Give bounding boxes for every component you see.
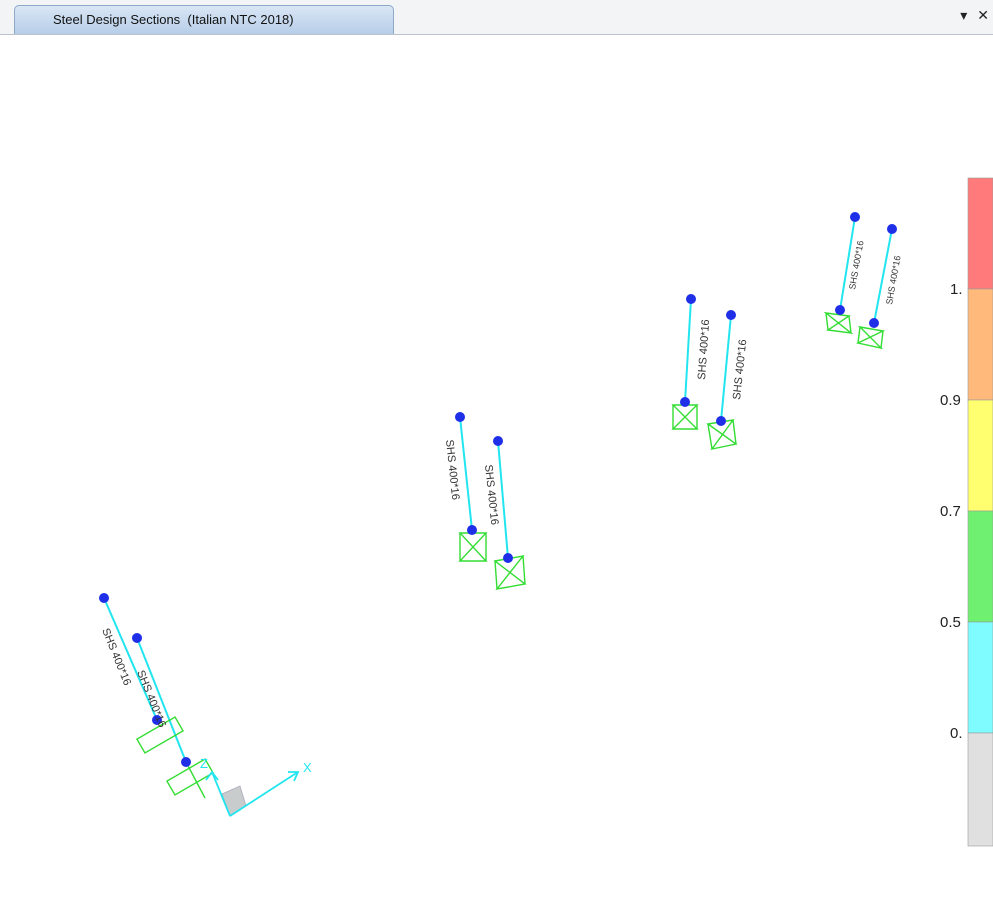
- steel-design-window: Steel Design Sections (Italian NTC 2018)…: [0, 0, 993, 900]
- axes-triad: X Z: [200, 756, 312, 817]
- joint-node[interactable]: [869, 318, 879, 328]
- member-line[interactable]: [684, 298, 692, 403]
- support-symbol[interactable]: [458, 532, 488, 562]
- joint-node[interactable]: [455, 412, 465, 422]
- member-line[interactable]: [720, 314, 732, 422]
- scale-band-orange: [967, 288, 993, 401]
- support-symbol[interactable]: [823, 311, 854, 335]
- joint-node[interactable]: [503, 553, 513, 563]
- section-label: SHS 400*16: [482, 464, 500, 525]
- scale-band-green: [967, 510, 993, 623]
- tab-steel-design-sections[interactable]: Steel Design Sections (Italian NTC 2018): [14, 5, 394, 34]
- ratio-color-scale: 1. 0.9 0.7 0.5 0.: [940, 177, 993, 847]
- members: [103, 216, 893, 763]
- scale-band-red: [967, 177, 993, 290]
- section-label: SHS 400*16: [731, 339, 749, 400]
- member-line[interactable]: [497, 440, 509, 559]
- joint-node[interactable]: [132, 633, 142, 643]
- member-line[interactable]: [459, 416, 473, 531]
- scale-band-gray: [967, 732, 993, 847]
- window-titlebar: Steel Design Sections (Italian NTC 2018)…: [0, 0, 993, 35]
- scale-band-cyan: [967, 621, 993, 734]
- model-viewport[interactable]: SHS 400*16 SHS 400*16 SHS 400*16 SHS 400…: [0, 35, 993, 900]
- support-symbol[interactable]: [671, 404, 699, 430]
- section-label: SHS 400*16: [884, 255, 902, 306]
- joint-node[interactable]: [726, 310, 736, 320]
- section-label: SHS 400*16: [99, 627, 133, 688]
- scale-tick-label: 0.: [950, 725, 963, 742]
- support-symbol[interactable]: [855, 325, 886, 350]
- titlebar-controls: ▾ ✕: [960, 7, 989, 24]
- model-drawing: SHS 400*16 SHS 400*16 SHS 400*16 SHS 400…: [99, 177, 993, 847]
- section-label: SHS 400*16: [696, 319, 712, 380]
- chevron-down-icon[interactable]: ▾: [960, 7, 967, 24]
- triad-cube: [221, 785, 247, 817]
- joint-node[interactable]: [887, 224, 897, 234]
- joint-node[interactable]: [680, 397, 690, 407]
- joint-node[interactable]: [99, 593, 109, 603]
- joint-node[interactable]: [181, 757, 191, 767]
- joint-node[interactable]: [493, 436, 503, 446]
- scale-tick-label: 0.7: [940, 503, 961, 520]
- joint-node[interactable]: [835, 305, 845, 315]
- section-label: SHS 400*16: [134, 669, 168, 730]
- scale-tick-label: 1.: [950, 281, 963, 298]
- scale-band-yellow: [967, 399, 993, 512]
- joints: [99, 212, 897, 767]
- x-axis-label: X: [303, 760, 312, 775]
- joint-node[interactable]: [467, 525, 477, 535]
- close-icon[interactable]: ✕: [977, 7, 989, 24]
- joint-node[interactable]: [850, 212, 860, 222]
- z-axis-label: Z: [200, 756, 208, 771]
- scale-tick-label: 0.9: [940, 392, 961, 409]
- joint-node[interactable]: [716, 416, 726, 426]
- scale-tick-label: 0.5: [940, 614, 961, 631]
- section-label: SHS 400*16: [443, 439, 461, 500]
- joint-node[interactable]: [686, 294, 696, 304]
